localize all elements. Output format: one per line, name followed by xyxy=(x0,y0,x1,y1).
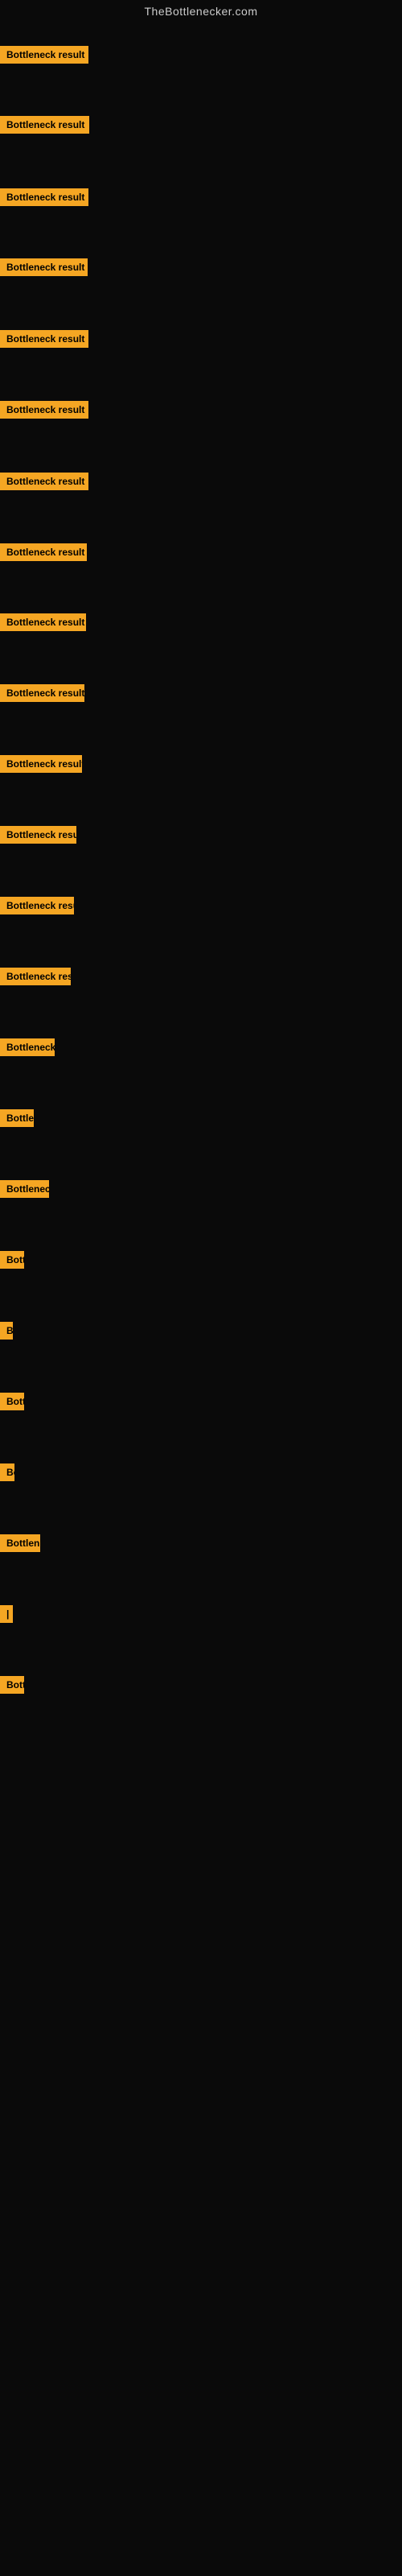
bottleneck-badge-3[interactable]: Bottleneck result xyxy=(0,188,88,206)
bottleneck-badge-2[interactable]: Bottleneck result xyxy=(0,116,89,134)
bottleneck-badge-17[interactable]: Bottlenec xyxy=(0,1180,49,1198)
bottleneck-badge-8[interactable]: Bottleneck result xyxy=(0,543,87,561)
bottleneck-badge-14[interactable]: Bottleneck resu xyxy=(0,968,71,985)
bottleneck-badge-11[interactable]: Bottleneck result xyxy=(0,755,82,773)
page-container: TheBottlenecker.com Bottleneck resultBot… xyxy=(0,0,402,23)
bottleneck-badge-21[interactable]: Bo xyxy=(0,1463,14,1481)
bottleneck-badge-7[interactable]: Bottleneck result xyxy=(0,473,88,490)
bottleneck-badge-23[interactable]: | xyxy=(0,1605,13,1623)
bottleneck-badge-24[interactable]: Bott xyxy=(0,1676,24,1694)
bottleneck-badge-19[interactable]: B xyxy=(0,1322,13,1340)
bottleneck-badge-18[interactable]: Bott xyxy=(0,1251,24,1269)
bottleneck-badge-16[interactable]: Bottle xyxy=(0,1109,34,1127)
bottleneck-badge-6[interactable]: Bottleneck result xyxy=(0,401,88,419)
bottleneck-badge-20[interactable]: Bott xyxy=(0,1393,24,1410)
bottleneck-badge-5[interactable]: Bottleneck result xyxy=(0,330,88,348)
bottleneck-badge-1[interactable]: Bottleneck result xyxy=(0,46,88,64)
bottleneck-badge-22[interactable]: Bottlen xyxy=(0,1534,40,1552)
bottleneck-badge-10[interactable]: Bottleneck result xyxy=(0,684,84,702)
bottleneck-badge-13[interactable]: Bottleneck resu xyxy=(0,897,74,914)
bottleneck-badge-12[interactable]: Bottleneck resu xyxy=(0,826,76,844)
bottleneck-badge-9[interactable]: Bottleneck result xyxy=(0,613,86,631)
site-title: TheBottlenecker.com xyxy=(0,0,402,23)
bottleneck-badge-4[interactable]: Bottleneck result xyxy=(0,258,88,276)
bottleneck-badge-15[interactable]: Bottleneck xyxy=(0,1038,55,1056)
